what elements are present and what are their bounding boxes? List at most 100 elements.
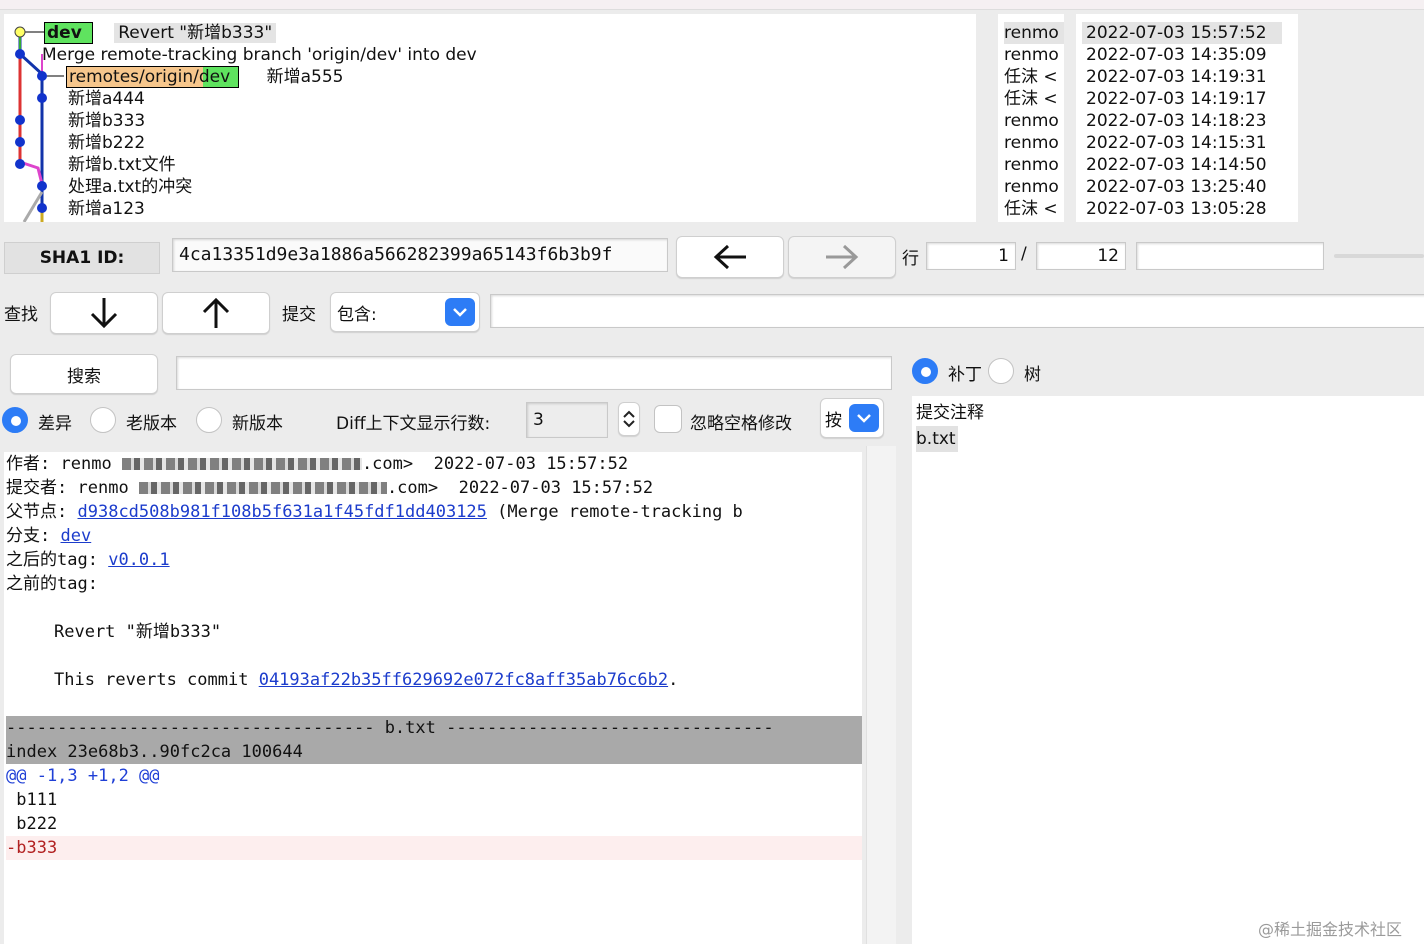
radio-patch[interactable] — [912, 358, 938, 384]
author-cell: renmo — [1004, 133, 1059, 153]
commit-row[interactable]: 新增b333 — [68, 110, 145, 132]
file-header: ------------------------------------ b.t… — [6, 716, 862, 740]
commit-row[interactable]: 新增a123 — [68, 198, 145, 220]
row-label: 行 — [902, 249, 919, 269]
sha-label: SHA1 ID: — [4, 242, 160, 274]
commit-message: Revert "新增b333" — [114, 23, 277, 43]
commit-row[interactable]: 新增a444 — [68, 88, 145, 110]
redacted-email — [138, 482, 387, 494]
radio-diff-label: 差异 — [38, 414, 72, 434]
date-cell: 2022-07-03 14:19:17 — [1086, 89, 1267, 109]
message-title: Revert "新增b333" — [54, 622, 222, 642]
find-mode-select[interactable]: 包含: — [330, 292, 480, 332]
context-line: b222 — [6, 814, 58, 834]
radio-tree[interactable] — [988, 358, 1014, 384]
arrow-right-icon — [826, 244, 859, 270]
author-cell: 任沫 < — [1004, 199, 1058, 219]
ignore-whitespace-label: 忽略空格修改 — [690, 414, 792, 434]
commit-message: Merge remote-tracking branch 'origin/dev… — [42, 45, 477, 65]
author-column[interactable]: renmo renmo 任沫 < 任沫 < renmo renmo renmo … — [998, 14, 1064, 222]
commit-row[interactable]: remotes/origin/dev 新增a555 — [66, 66, 343, 88]
sha-input[interactable]: 4ca13351d9e3a1886a566282399a65143f6b3b9f — [172, 238, 668, 272]
ignore-whitespace-checkbox[interactable] — [654, 405, 682, 433]
date-cell: 2022-07-03 14:19:31 — [1086, 67, 1267, 87]
redacted-email — [121, 458, 362, 470]
chevron-down-icon — [623, 420, 635, 428]
hunk-header: @@ -1,3 +1,2 @@ — [6, 766, 160, 786]
reverted-commit-link[interactable]: 04193af22b35ff629692e072fc8aff35ab76c6b2 — [259, 670, 668, 690]
author-cell: renmo — [1004, 22, 1064, 44]
commit-row[interactable]: 新增b222 — [68, 132, 145, 154]
file-list-panel[interactable]: 提交注释 b.txt — [912, 396, 1424, 944]
commit-message: 新增b.txt文件 — [68, 155, 176, 175]
progress-field — [1136, 242, 1324, 270]
date-cell: 2022-07-03 13:25:40 — [1086, 177, 1267, 197]
row-total-input: 12 — [1036, 242, 1126, 270]
context-lines-label: Diff上下文显示行数: — [336, 414, 491, 434]
commit-message: 新增a555 — [266, 67, 344, 87]
find-label: 查找 — [4, 305, 38, 325]
context-lines-stepper[interactable] — [618, 402, 640, 436]
top-strip — [0, 0, 1424, 10]
removed-line: -b333 — [6, 836, 862, 860]
commit-graph-panel[interactable]: dev Revert "新增b333" Merge remote-trackin… — [4, 14, 976, 222]
detail-scrollbar[interactable] — [866, 446, 896, 944]
follows-tag-line: 之后的tag: v0.0.1 — [6, 550, 170, 570]
author-cell: 任沫 < — [1004, 89, 1058, 109]
date-cell: 2022-07-03 14:18:23 — [1086, 111, 1267, 131]
file-list-item[interactable]: b.txt — [916, 426, 958, 452]
row-current-input[interactable]: 1 — [926, 242, 1016, 270]
commit-row[interactable]: 新增b.txt文件 — [68, 154, 176, 176]
parent-line: 父节点: d938cd508b981f108b5f631a1f45fdf1dd4… — [6, 502, 743, 522]
branch-tag-remote[interactable]: remotes/origin/dev — [66, 66, 240, 88]
author-cell: 任沫 < — [1004, 67, 1058, 87]
search-input[interactable] — [176, 356, 892, 390]
file-list-item[interactable]: 提交注释 — [916, 400, 1424, 426]
find-prev-button[interactable] — [162, 292, 270, 334]
progress-track — [1334, 254, 1424, 258]
date-cell: 2022-07-03 14:35:09 — [1086, 45, 1267, 65]
context-lines-input[interactable]: 3 — [526, 402, 608, 438]
author-cell: renmo — [1004, 155, 1059, 175]
arrow-up-icon — [202, 297, 230, 328]
date-cell: 2022-07-03 13:05:28 — [1086, 199, 1267, 219]
commit-detail-panel[interactable]: 作者: renmo .com> 2022-07-03 15:57:52 提交者:… — [4, 452, 862, 944]
branch-link[interactable]: dev — [61, 526, 92, 546]
diff-mode-value: 按 — [825, 410, 842, 431]
chevron-down-icon — [849, 404, 879, 432]
radio-old-version-label: 老版本 — [126, 414, 177, 434]
tag-link[interactable]: v0.0.1 — [108, 550, 169, 570]
committer-line: 提交者: renmo .com> 2022-07-03 15:57:52 — [6, 478, 654, 498]
forward-button[interactable] — [788, 236, 896, 278]
radio-new-version-label: 新版本 — [232, 414, 283, 434]
watermark: @稀土掘金技术社区 — [1258, 920, 1403, 939]
radio-diff[interactable] — [2, 407, 28, 433]
commit-message: 新增a123 — [68, 199, 145, 219]
date-column[interactable]: 2022-07-03 15:57:52 2022-07-03 14:35:09 … — [1076, 14, 1298, 222]
radio-tree-label: 树 — [1024, 365, 1041, 385]
commit-row[interactable]: Merge remote-tracking branch 'origin/dev… — [42, 44, 477, 66]
parent-sha-link[interactable]: d938cd508b981f108b5f631a1f45fdf1dd403125 — [78, 502, 487, 522]
branch-tag-local[interactable]: dev — [44, 22, 93, 44]
search-button[interactable]: 搜索 — [10, 354, 158, 394]
commit-row[interactable]: 处理a.txt的冲突 — [68, 176, 192, 198]
find-commit-label: 提交 — [282, 305, 316, 325]
index-line: index 23e68b3..90fc2ca 100644 — [6, 740, 862, 764]
commit-row[interactable]: dev Revert "新增b333" — [44, 22, 277, 44]
radio-old-version[interactable] — [90, 407, 116, 433]
chevron-down-icon — [445, 298, 475, 326]
diff-mode-select[interactable]: 按 — [820, 398, 884, 438]
back-button[interactable] — [676, 236, 784, 278]
author-cell: renmo — [1004, 111, 1059, 131]
arrow-down-icon — [90, 298, 118, 329]
radio-new-version[interactable] — [196, 407, 222, 433]
find-next-button[interactable] — [50, 292, 158, 334]
chevron-up-icon — [623, 410, 635, 418]
commit-message: 新增b222 — [68, 133, 146, 153]
author-cell: renmo — [1004, 177, 1059, 197]
radio-patch-label: 补丁 — [948, 365, 982, 385]
find-input[interactable] — [490, 294, 1424, 328]
commit-message: 新增a444 — [68, 89, 145, 109]
